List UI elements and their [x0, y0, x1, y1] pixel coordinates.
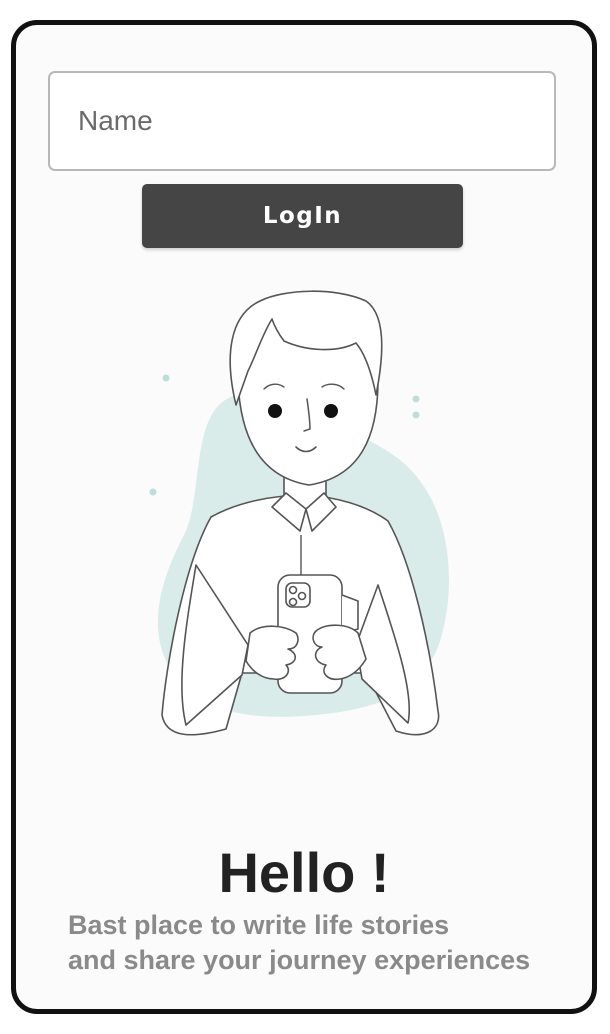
collar	[271, 492, 307, 532]
right-arm	[355, 584, 411, 724]
left-arm	[181, 564, 249, 726]
right-hand	[312, 624, 367, 681]
greeting-subtitle-line-1: Bast place to write life stories	[68, 910, 450, 940]
phone-icon	[277, 574, 359, 694]
greeting-title: Hello !	[218, 841, 390, 904]
phone-frame: LogIn	[11, 20, 597, 1014]
background-blob	[157, 392, 449, 717]
name-input[interactable]	[48, 71, 556, 171]
sparkle-dots	[149, 374, 420, 496]
left-hand	[245, 625, 299, 681]
face	[263, 383, 345, 453]
greeting-subtitle-line-2: and share your journey experiences	[68, 945, 531, 975]
hair	[229, 290, 383, 406]
neck	[283, 468, 327, 512]
greeting-subtitle: Bast place to write life stories and sha…	[68, 908, 578, 978]
head	[237, 298, 379, 486]
shirt	[161, 494, 440, 736]
login-button[interactable]: LogIn	[142, 184, 463, 248]
